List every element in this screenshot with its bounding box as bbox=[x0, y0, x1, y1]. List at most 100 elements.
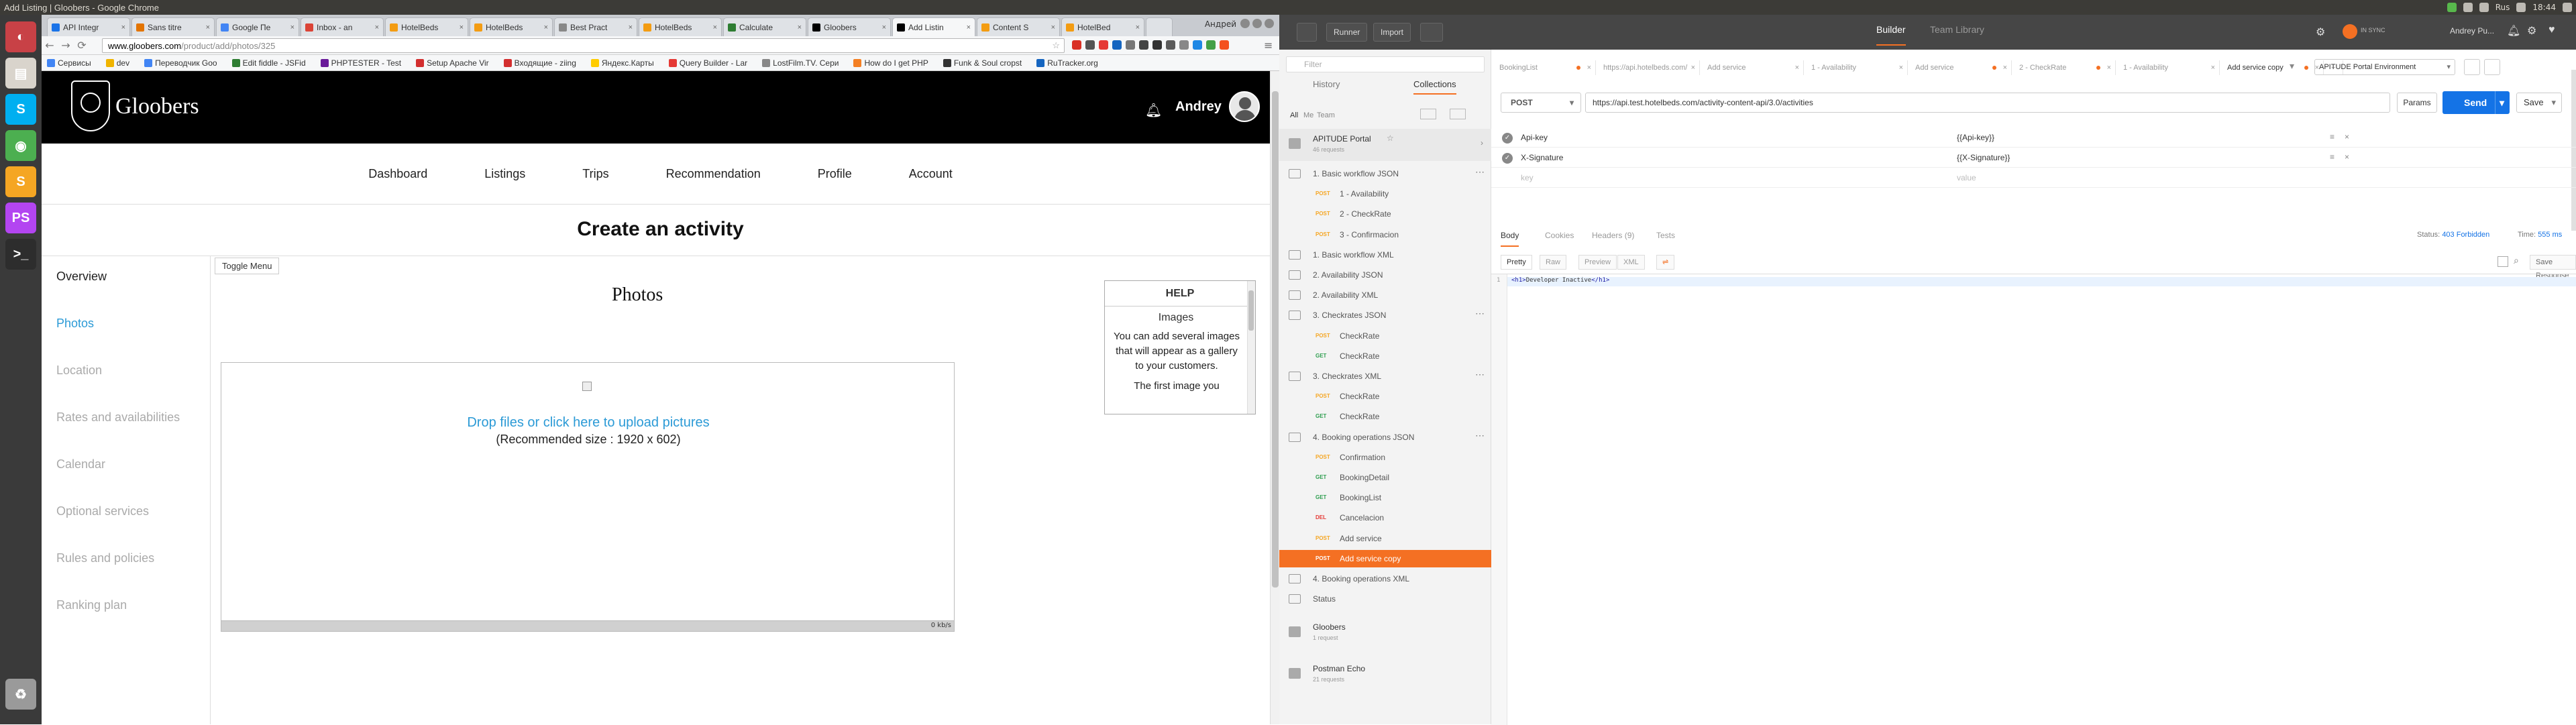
folder-item[interactable]: 4. Booking operations XML bbox=[1279, 570, 1491, 588]
nav-listings[interactable]: Listings bbox=[484, 167, 525, 181]
notifications-icon[interactable]: 🔔︎ bbox=[2507, 24, 2520, 38]
interceptor-icon[interactable]: ⚙ bbox=[2316, 25, 2325, 39]
request-item[interactable]: DEL Cancelacion bbox=[1279, 509, 1491, 526]
trash-icon[interactable]: ♻ bbox=[5, 679, 36, 710]
format-preview-button[interactable]: Preview bbox=[1578, 255, 1617, 270]
phpstorm-icon[interactable]: PS bbox=[5, 203, 36, 233]
request-item[interactable]: POST CheckRate bbox=[1279, 327, 1491, 345]
user-menu[interactable]: Andrey Pu... bbox=[2450, 26, 2494, 36]
header-key[interactable]: X-Signature bbox=[1521, 153, 1563, 162]
browser-tab[interactable]: Gloobers × bbox=[808, 17, 891, 36]
settings-icon[interactable]: ⚙ bbox=[2527, 24, 2536, 38]
toggle-menu-button[interactable]: Toggle Menu bbox=[215, 258, 280, 274]
tab-close-icon[interactable]: × bbox=[2211, 60, 2215, 75]
more-icon[interactable]: ⋯ bbox=[1475, 430, 1485, 441]
reload-icon[interactable]: ⟳ bbox=[74, 39, 90, 52]
sidebar-item[interactable]: Rules and policies bbox=[56, 551, 154, 565]
request-item[interactable]: GET CheckRate bbox=[1279, 347, 1491, 365]
send-button[interactable]: Send ▾ bbox=[2443, 91, 2510, 114]
response-tab[interactable]: Body bbox=[1501, 231, 1519, 247]
bookmark-item[interactable]: RuTracker.org bbox=[1036, 58, 1098, 68]
bookmark-item[interactable]: PHPTESTER - Test bbox=[320, 58, 401, 68]
browser-tab[interactable]: Google Пе × bbox=[216, 17, 299, 36]
request-item[interactable]: POST 2 - CheckRate bbox=[1279, 205, 1491, 223]
request-tab[interactable]: Add service × bbox=[1703, 60, 1804, 75]
response-tab[interactable]: Cookies bbox=[1545, 231, 1574, 240]
sidebar-item[interactable]: Photos bbox=[56, 317, 94, 331]
volume-icon[interactable] bbox=[2516, 3, 2526, 12]
forward-arrow-icon[interactable]: → bbox=[58, 39, 74, 52]
request-item[interactable]: POST Add service bbox=[1279, 530, 1491, 547]
tab-close-icon[interactable]: × bbox=[879, 23, 886, 32]
request-item[interactable]: GET BookingDetail bbox=[1279, 469, 1491, 486]
minimize-icon[interactable] bbox=[1240, 19, 1250, 28]
tab-close-icon[interactable]: × bbox=[2003, 60, 2007, 75]
bookmark-item[interactable]: dev bbox=[105, 58, 129, 68]
avatar[interactable] bbox=[1229, 91, 1260, 122]
tab-close-icon[interactable]: × bbox=[1587, 60, 1591, 75]
page-scrollbar[interactable] bbox=[1270, 71, 1279, 724]
browser-tab[interactable]: HotelBed × bbox=[1061, 17, 1144, 36]
browser-tab[interactable]: Calculate × bbox=[723, 17, 806, 36]
bookmark-item[interactable]: Query Builder - Lar bbox=[668, 58, 747, 68]
method-select[interactable]: POST ▾ bbox=[1501, 93, 1581, 113]
bookmark-item[interactable]: Переводчик Goo bbox=[144, 58, 217, 68]
tab-close-icon[interactable]: × bbox=[203, 23, 210, 32]
folder-item[interactable]: 3. Checkrates XML ⋯ bbox=[1279, 368, 1491, 385]
chrome-icon[interactable]: ◉ bbox=[5, 130, 36, 161]
tab-team-library[interactable]: Team Library bbox=[1930, 24, 1984, 35]
user-name[interactable]: Andrey bbox=[1175, 99, 1222, 115]
settings-gear-icon[interactable] bbox=[2563, 3, 2572, 12]
folder-item[interactable]: 4. Booking operations JSON ⋯ bbox=[1279, 429, 1491, 446]
folder-item[interactable]: 2. Availability JSON bbox=[1279, 266, 1491, 284]
upload-link[interactable]: Drop files or click here to upload pictu… bbox=[221, 415, 955, 431]
bookmark-item[interactable]: Edit fiddle - JSFid bbox=[231, 58, 306, 68]
extension-icon[interactable] bbox=[1179, 40, 1189, 50]
request-item[interactable]: POST CheckRate bbox=[1279, 388, 1491, 405]
browser-tab[interactable]: Sans titre × bbox=[131, 17, 215, 36]
nav-dashboard[interactable]: Dashboard bbox=[368, 167, 427, 181]
checkbox-icon[interactable]: ✓ bbox=[1502, 153, 1513, 164]
tab-close-icon[interactable]: × bbox=[795, 23, 802, 32]
chevron-down-icon[interactable]: ▾ bbox=[2290, 60, 2294, 72]
response-body[interactable]: 1 <h1>Developer Inactive</h1> bbox=[1491, 274, 2576, 725]
browser-tab[interactable]: Content S × bbox=[977, 17, 1060, 36]
tab-close-icon[interactable]: × bbox=[964, 23, 971, 32]
response-tab[interactable]: Headers (9) bbox=[1592, 231, 1634, 240]
format-raw-button[interactable]: Raw bbox=[1540, 255, 1567, 270]
extension-icon[interactable] bbox=[1152, 40, 1162, 50]
search-icon[interactable]: ⌕ bbox=[2514, 255, 2519, 266]
gloobers-logo-icon[interactable] bbox=[71, 80, 110, 131]
browser-tab[interactable]: Best Pract × bbox=[554, 17, 637, 36]
bookmark-item[interactable]: Funk & Soul cropst bbox=[943, 58, 1022, 68]
extension-icon[interactable] bbox=[1126, 40, 1135, 50]
request-tab[interactable]: Add service copy × bbox=[2223, 60, 2324, 75]
request-tab[interactable]: 1 - Availability × bbox=[2119, 60, 2220, 75]
tab-close-icon[interactable]: × bbox=[372, 23, 379, 32]
tab-close-icon[interactable]: × bbox=[1049, 23, 1055, 32]
tab-close-icon[interactable]: × bbox=[457, 23, 464, 32]
eye-icon[interactable] bbox=[2464, 59, 2480, 75]
header-key[interactable]: Api-key bbox=[1521, 133, 1548, 142]
browser-tab[interactable]: Inbox - an × bbox=[301, 17, 384, 36]
tab-close-icon[interactable]: × bbox=[1899, 60, 1903, 75]
folder-item[interactable]: 1. Basic workflow XML bbox=[1279, 246, 1491, 264]
bookmark-item[interactable]: Setup Apache Vir bbox=[416, 58, 489, 68]
tab-close-icon[interactable]: × bbox=[710, 23, 717, 32]
more-icon[interactable]: ⋯ bbox=[1475, 166, 1485, 178]
remove-header-icon[interactable]: × bbox=[2345, 132, 2349, 142]
format-pretty-button[interactable]: Pretty bbox=[1501, 255, 1532, 270]
close-icon[interactable] bbox=[1265, 19, 1274, 28]
tab-close-icon[interactable]: × bbox=[119, 23, 125, 32]
sublime-icon[interactable]: S bbox=[5, 166, 36, 197]
site-logo-text[interactable]: Gloobers bbox=[115, 94, 199, 119]
bookmark-item[interactable]: How do I get PHP bbox=[853, 58, 928, 68]
extension-icon[interactable] bbox=[1166, 40, 1175, 50]
request-item[interactable]: POST Add service copy bbox=[1279, 549, 1491, 567]
chevron-right-icon[interactable]: › bbox=[1481, 138, 1483, 148]
bookmark-item[interactable]: LostFilm.TV. Сери bbox=[762, 58, 839, 68]
remove-header-icon[interactable]: × bbox=[2345, 152, 2349, 162]
folder-item[interactable]: Status bbox=[1279, 590, 1491, 608]
header-key-input[interactable]: key bbox=[1521, 173, 1534, 182]
bluetooth-icon[interactable] bbox=[2479, 3, 2489, 12]
